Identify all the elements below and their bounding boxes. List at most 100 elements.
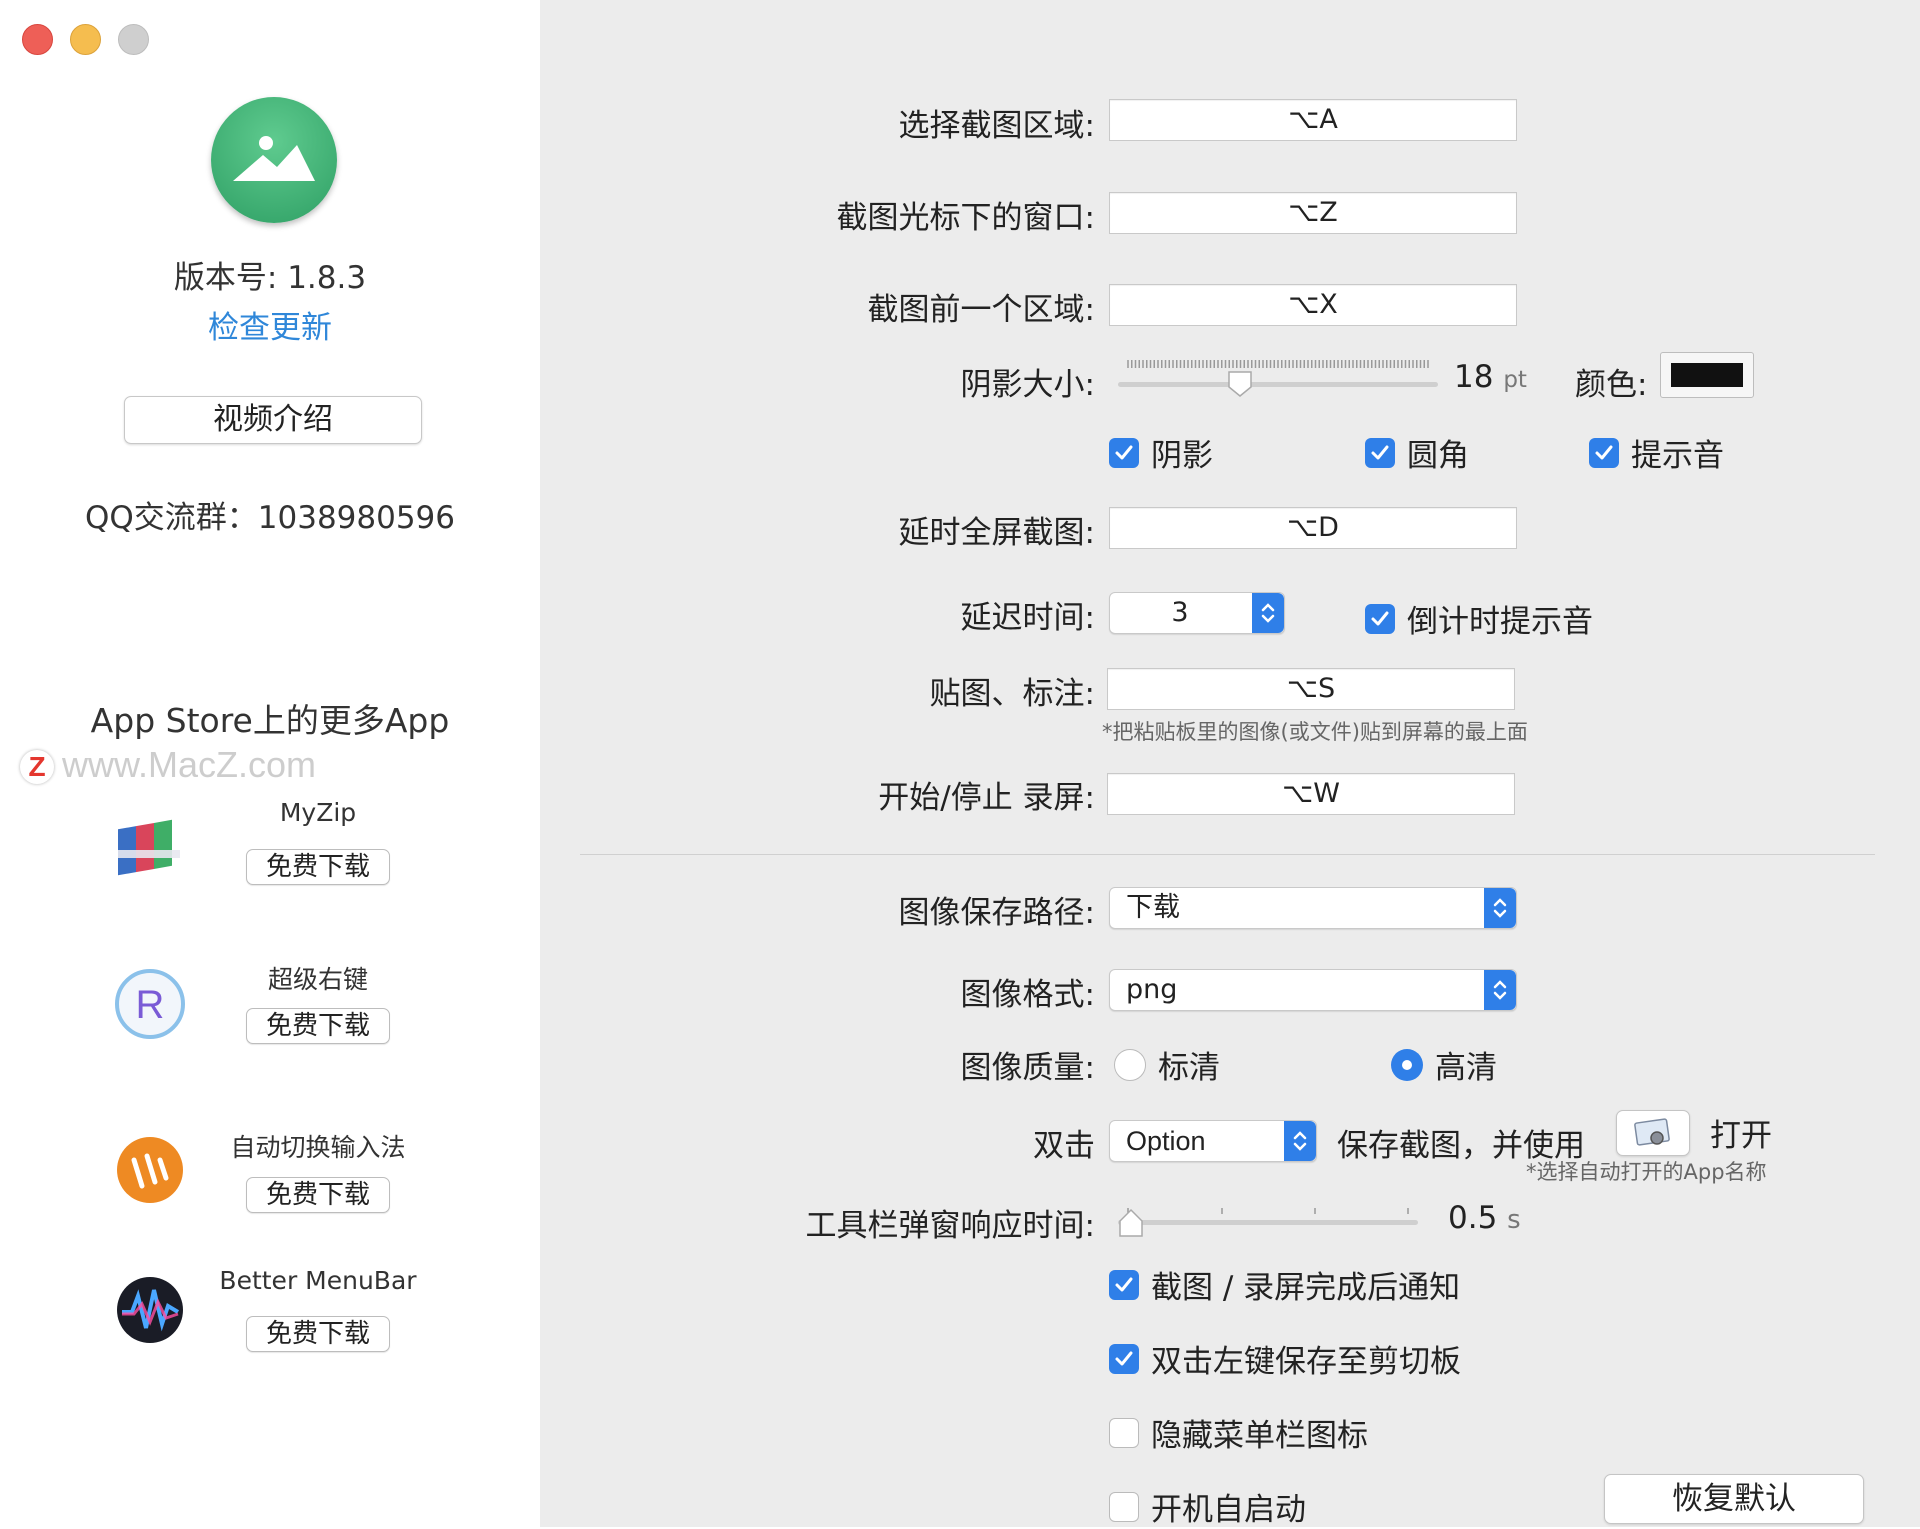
- promo-download-bettermenubar[interactable]: 免费下载: [246, 1316, 390, 1352]
- toolbar-response-slider-thumb[interactable]: [1118, 1208, 1144, 1238]
- rounded-corner-checkbox[interactable]: 圆角: [1365, 430, 1469, 475]
- delay-time-label: 延迟时间:: [960, 600, 1095, 636]
- checkbox-checked-icon: [1109, 437, 1139, 468]
- choose-app-button[interactable]: [1616, 1110, 1690, 1156]
- promo-name-myzip: MyZip: [279, 798, 357, 827]
- countdown-sound-checkbox[interactable]: 倒计时提示音: [1365, 596, 1593, 641]
- paste-annotate-note: *把粘贴板里的图像(或文件)贴到屏幕的最上面: [1102, 720, 1528, 744]
- quality-hd-label: 高清: [1435, 1050, 1497, 1086]
- version-label: 版本号: 1.8.3: [173, 260, 367, 296]
- close-button[interactable]: [22, 24, 53, 55]
- video-intro-button[interactable]: 视频介绍: [124, 396, 422, 444]
- qq-group-label: QQ交流群：1038980596: [84, 500, 456, 536]
- sound-checkbox-label: 提示音: [1631, 438, 1724, 474]
- toolbar-response-readout: 0.5 s: [1448, 1200, 1521, 1236]
- chevron-updown-icon: [1284, 1121, 1316, 1161]
- stepper-arrows-icon[interactable]: [1252, 593, 1284, 633]
- color-well[interactable]: [1660, 352, 1754, 398]
- check-update-link[interactable]: 检查更新: [0, 302, 540, 347]
- quality-sd-radio[interactable]: 标清: [1114, 1042, 1220, 1087]
- svg-text:R: R: [136, 983, 165, 1027]
- chevron-updown-icon: [1484, 888, 1516, 928]
- zoom-button[interactable]: [118, 24, 149, 55]
- checkbox-checked-icon: [1365, 437, 1395, 468]
- shadow-checkbox[interactable]: 阴影: [1109, 430, 1213, 475]
- shadow-size-unit: pt: [1503, 367, 1527, 393]
- record-label: 开始/停止 录屏:: [878, 780, 1095, 816]
- double-click-modifier-select[interactable]: Option: [1109, 1120, 1317, 1162]
- double-click-modifier-value: Option: [1126, 1126, 1206, 1156]
- select-region-shortcut-field[interactable]: ⌥A: [1109, 99, 1517, 141]
- notify-after-capture-checkbox[interactable]: 截图 / 录屏完成后通知: [1109, 1262, 1460, 1307]
- delayed-fullscreen-shortcut-field[interactable]: ⌥D: [1109, 507, 1517, 549]
- sound-checkbox[interactable]: 提示音: [1589, 430, 1724, 475]
- restore-defaults-button[interactable]: 恢复默认: [1604, 1474, 1864, 1524]
- toolbar-response-unit: s: [1507, 1205, 1521, 1235]
- shadow-size-slider[interactable]: [1118, 354, 1438, 400]
- promo-download-myzip[interactable]: 免费下载: [246, 849, 390, 885]
- shadow-size-slider-thumb[interactable]: [1227, 370, 1253, 398]
- format-select[interactable]: png: [1109, 969, 1517, 1011]
- checkbox-checked-icon: [1365, 603, 1395, 634]
- r-circle-icon[interactable]: R: [114, 968, 186, 1040]
- record-shortcut-field[interactable]: ⌥W: [1107, 773, 1515, 815]
- double-click-clipboard-checkbox[interactable]: 双击左键保存至剪切板: [1109, 1336, 1461, 1381]
- checkbox-checked-icon: [1109, 1269, 1139, 1300]
- rounded-corner-checkbox-label: 圆角: [1407, 438, 1469, 474]
- open-text: 打开: [1710, 1118, 1772, 1154]
- toolbar-response-slider[interactable]: [1118, 1194, 1418, 1240]
- checkbox-checked-icon: [1109, 1343, 1139, 1374]
- watermark-text: www.MacZ.com: [62, 744, 317, 785]
- promo-name-inputswitch: 自动切换输入法: [230, 1133, 406, 1162]
- double-click-note: *选择自动打开的App名称: [1526, 1160, 1767, 1184]
- promo-name-bettermenubar: Better MenuBar: [219, 1266, 417, 1295]
- more-apps-heading: App Store上的更多App: [90, 701, 450, 740]
- paste-annotate-label: 贴图、标注:: [929, 676, 1095, 712]
- promo-download-superright[interactable]: 免费下载: [246, 1008, 390, 1044]
- shadow-checkbox-label: 阴影: [1151, 438, 1213, 474]
- w-orange-icon[interactable]: [114, 1134, 186, 1206]
- format-label: 图像格式:: [960, 977, 1095, 1013]
- double-click-clipboard-label: 双击左键保存至剪切板: [1151, 1344, 1461, 1380]
- window-under-cursor-shortcut-field[interactable]: ⌥Z: [1109, 192, 1517, 234]
- section-divider: [580, 854, 1875, 855]
- shadow-size-value: 18: [1454, 359, 1494, 395]
- save-path-value: 下载: [1126, 892, 1180, 923]
- app-logo-icon: [211, 97, 337, 223]
- quality-hd-radio[interactable]: 高清: [1391, 1042, 1497, 1087]
- paste-annotate-shortcut-field[interactable]: ⌥S: [1107, 668, 1515, 710]
- radio-unselected-icon: [1114, 1048, 1146, 1081]
- hide-menubar-icon-label: 隐藏菜单栏图标: [1151, 1418, 1368, 1454]
- preview-app-icon: [1634, 1118, 1670, 1146]
- window-under-cursor-label: 截图光标下的窗口:: [836, 200, 1095, 236]
- wave-icon[interactable]: [114, 1274, 186, 1346]
- minimize-button[interactable]: [70, 24, 101, 55]
- checkbox-checked-icon: [1589, 437, 1619, 468]
- save-path-label: 图像保存路径:: [898, 895, 1095, 931]
- promo-name-superright: 超级右键: [267, 965, 368, 994]
- save-path-select[interactable]: 下载: [1109, 887, 1517, 929]
- delay-time-value: 3: [1171, 597, 1189, 628]
- shadow-size-readout: 18 pt: [1454, 359, 1527, 395]
- format-value: png: [1126, 974, 1178, 1005]
- launch-at-login-checkbox[interactable]: 开机自启动: [1109, 1484, 1306, 1529]
- watermark: Zwww.MacZ.com: [20, 744, 316, 786]
- hide-menubar-icon-checkbox[interactable]: 隐藏菜单栏图标: [1109, 1410, 1368, 1455]
- countdown-sound-label: 倒计时提示音: [1407, 604, 1593, 640]
- double-click-label: 双击: [1033, 1128, 1095, 1164]
- color-swatch: [1671, 363, 1743, 387]
- settings-panel: 选择截图区域: ⌥A 截图光标下的窗口: ⌥Z 截图前一个区域: ⌥X 阴影大小…: [540, 14, 1920, 1529]
- previous-region-shortcut-field[interactable]: ⌥X: [1109, 284, 1517, 326]
- toolbar-response-label: 工具栏弹窗响应时间:: [805, 1208, 1095, 1244]
- quality-label: 图像质量:: [960, 1050, 1095, 1086]
- archive-books-icon[interactable]: [114, 816, 186, 888]
- delayed-fullscreen-label: 延时全屏截图:: [898, 515, 1095, 551]
- preferences-window: 版本号: 1.8.3 检查更新 视频介绍 QQ交流群：1038980596 Ap…: [0, 0, 1920, 1529]
- toolbar-response-value: 0.5: [1448, 1200, 1498, 1236]
- checkbox-unchecked-icon: [1109, 1417, 1139, 1448]
- select-region-label: 选择截图区域:: [898, 108, 1095, 144]
- watermark-logo: Z: [20, 750, 54, 785]
- notify-after-capture-label: 截图 / 录屏完成后通知: [1151, 1270, 1461, 1306]
- delay-time-stepper[interactable]: 3: [1109, 592, 1285, 634]
- promo-download-inputswitch[interactable]: 免费下载: [246, 1177, 390, 1213]
